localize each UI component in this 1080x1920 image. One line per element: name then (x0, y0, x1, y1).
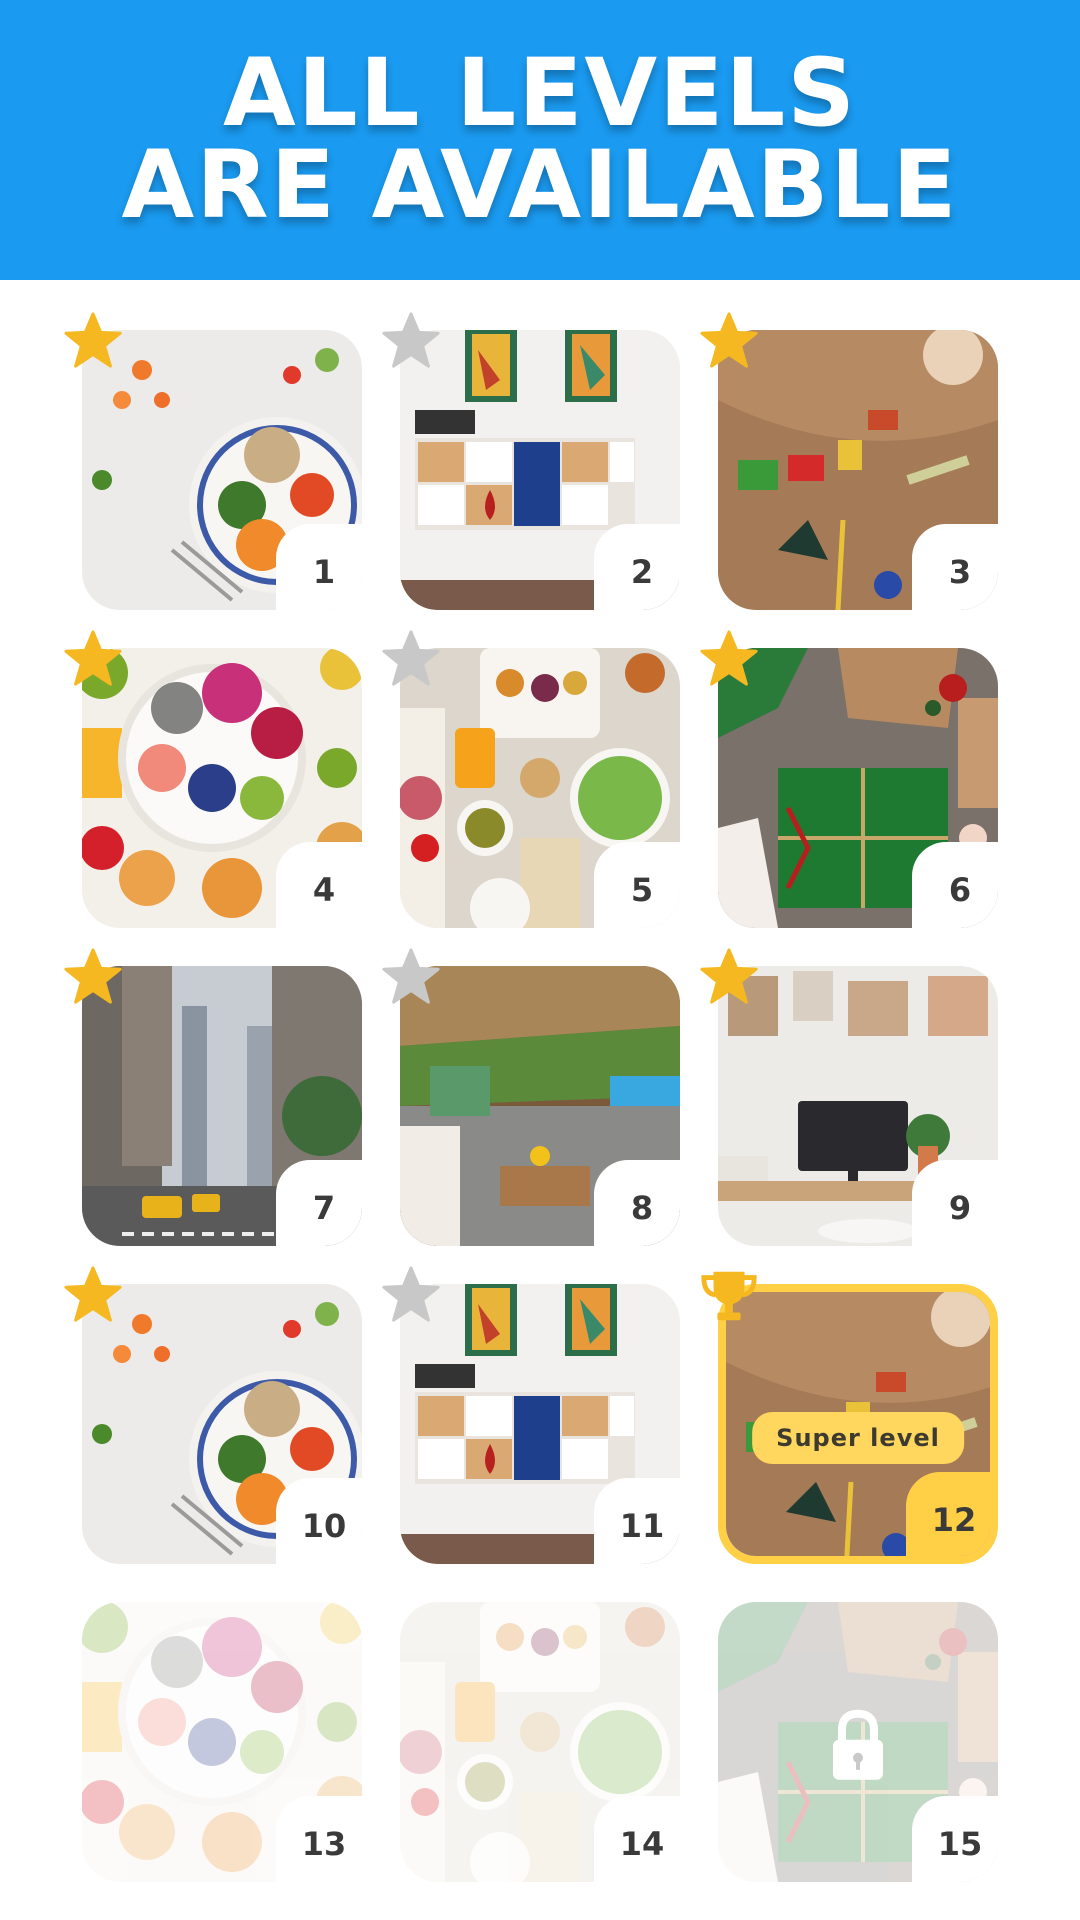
level-image: 11 (400, 1284, 680, 1564)
level-tile-5[interactable]: 5 (382, 630, 680, 928)
level-number: 11 (594, 1478, 680, 1564)
level-tile-4[interactable]: 4 (64, 630, 362, 928)
level-image: 1 (82, 330, 362, 610)
level-image: Super level 12 (718, 1284, 998, 1564)
header-title-line-1: ALL LEVELS (223, 39, 857, 148)
level-tile-15[interactable]: 15 (718, 1602, 998, 1882)
gold-star-icon (700, 630, 758, 686)
level-number: 6 (912, 842, 998, 928)
level-number: 10 (276, 1478, 362, 1564)
gray-star-icon (382, 630, 440, 686)
level-number: 4 (276, 842, 362, 928)
level-tile-6[interactable]: 6 (700, 630, 998, 928)
gray-star-icon (382, 1266, 440, 1322)
level-tile-8[interactable]: 8 (382, 948, 680, 1246)
level-number: 12 (906, 1472, 990, 1556)
level-tile-3[interactable]: 3 (700, 312, 998, 610)
level-image: 9 (718, 966, 998, 1246)
gold-star-icon (64, 630, 122, 686)
gold-star-icon (700, 948, 758, 1004)
level-number: 2 (594, 524, 680, 610)
level-image: 8 (400, 966, 680, 1246)
level-tile-9[interactable]: 9 (700, 948, 998, 1246)
level-image: 10 (82, 1284, 362, 1564)
level-image: 4 (82, 648, 362, 928)
gold-star-icon (64, 948, 122, 1004)
level-number: 3 (912, 524, 998, 610)
level-image: 5 (400, 648, 680, 928)
trophy-icon (701, 1271, 757, 1321)
level-image: 3 (718, 330, 998, 610)
header-title-line-2: ARE AVAILABLE (121, 131, 959, 240)
level-image: 7 (82, 966, 362, 1246)
level-tile-7[interactable]: 7 (64, 948, 362, 1246)
level-number: 7 (276, 1160, 362, 1246)
gold-star-icon (64, 1266, 122, 1322)
gold-star-icon (64, 312, 122, 368)
level-tile-2[interactable]: 2 (382, 312, 680, 610)
gold-star-icon (700, 312, 758, 368)
level-tile-11[interactable]: 11 (382, 1266, 680, 1564)
level-image: 6 (718, 648, 998, 928)
gray-star-icon (382, 312, 440, 368)
super-level-label: Super level (752, 1412, 964, 1464)
level-number: 9 (912, 1160, 998, 1246)
level-image: 13 (82, 1602, 362, 1882)
level-tile-1[interactable]: 1 (64, 312, 362, 610)
level-image: 15 (718, 1602, 998, 1882)
level-tile-14[interactable]: 14 (400, 1602, 680, 1882)
level-number: 14 (594, 1796, 680, 1882)
level-number: 8 (594, 1160, 680, 1246)
level-tile-13[interactable]: 13 (82, 1602, 362, 1882)
header-banner: ALL LEVELS ARE AVAILABLE (0, 0, 1080, 280)
level-tile-12[interactable]: Super level 12 (701, 1271, 998, 1564)
level-image: 2 (400, 330, 680, 610)
level-number: 15 (912, 1796, 998, 1882)
lock-icon (833, 1709, 883, 1780)
level-number: 1 (276, 524, 362, 610)
level-tile-10[interactable]: 10 (64, 1266, 362, 1564)
level-number: 5 (594, 842, 680, 928)
gray-star-icon (382, 948, 440, 1004)
level-image: 14 (400, 1602, 680, 1882)
level-number: 13 (276, 1796, 362, 1882)
